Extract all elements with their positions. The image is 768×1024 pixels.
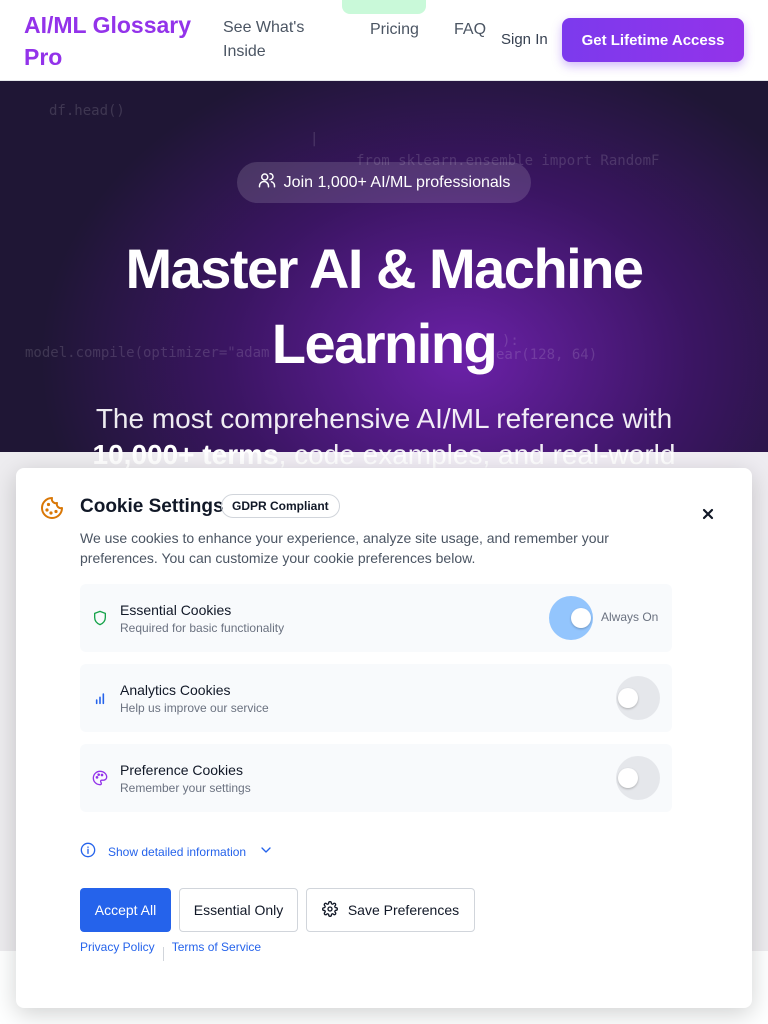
nav-faq[interactable]: FAQ — [454, 18, 486, 42]
category-title: Essential Cookies — [120, 602, 232, 618]
site-header: AI/ML Glossary Pro See What's Inside Pri… — [0, 0, 768, 81]
terms-of-service-link[interactable]: Terms of Service — [172, 940, 261, 954]
legal-links: Privacy Policy Terms of Service — [80, 940, 261, 961]
hero-title-line: Master AI & Machine — [125, 237, 644, 300]
close-icon[interactable] — [696, 502, 720, 526]
always-on-label: Always On — [601, 610, 659, 624]
category-subtitle: Remember your settings — [120, 781, 251, 795]
bar-chart-icon — [92, 690, 108, 706]
save-preferences-button[interactable]: Save Preferences — [306, 888, 475, 932]
show-details-link[interactable]: Show detailed information — [80, 842, 274, 861]
cookie-category-analytics: Analytics Cookies Help us improve our se… — [80, 664, 672, 732]
hero-subtitle: The most comprehensive AI/ML reference w… — [95, 403, 673, 434]
code-snippet: df.head() — [49, 103, 125, 119]
get-lifetime-access-button[interactable]: Get Lifetime Access — [562, 18, 744, 62]
code-snippet: | — [310, 131, 319, 147]
users-icon — [258, 171, 276, 194]
privacy-policy-link[interactable]: Privacy Policy — [80, 940, 155, 954]
hero-title-line: Learning — [271, 312, 498, 375]
cookie-description: We use cookies to enhance your experienc… — [80, 530, 609, 566]
preference-cookies-toggle[interactable] — [616, 756, 660, 800]
category-subtitle: Help us improve our service — [120, 701, 269, 715]
top-indicator — [342, 0, 426, 14]
cookie-category-preference: Preference Cookies Remember your setting… — [80, 744, 672, 812]
details-link-label[interactable]: Show detailed information — [108, 845, 246, 859]
essential-only-button[interactable]: Essential Only — [179, 888, 298, 932]
badge-text: Join 1,000+ AI/ML professionals — [283, 173, 511, 191]
shield-icon — [92, 610, 108, 626]
nav-pricing[interactable]: Pricing — [370, 18, 419, 42]
cookie-settings-panel: Cookie Settings GDPR Compliant We use co… — [16, 468, 752, 1008]
save-preferences-label: Save Preferences — [347, 902, 460, 918]
chevron-down-icon[interactable] — [258, 842, 274, 861]
palette-icon — [92, 770, 108, 786]
info-icon — [80, 842, 96, 861]
site-logo[interactable]: AI/ML Glossary Pro — [24, 9, 204, 73]
category-title: Preference Cookies — [120, 762, 243, 778]
accept-all-button[interactable]: Accept All — [80, 888, 171, 932]
essential-cookies-toggle[interactable] — [549, 596, 593, 640]
cookie-icon — [40, 496, 64, 520]
social-proof-badge: Join 1,000+ AI/ML professionals — [237, 162, 531, 203]
category-subtitle: Required for basic functionality — [120, 621, 285, 635]
gear-icon — [321, 900, 338, 920]
divider — [162, 947, 164, 961]
nav-see-whats-inside[interactable]: See What's Inside — [223, 16, 333, 64]
analytics-cookies-toggle[interactable] — [616, 676, 660, 720]
hero-title: Master AI & Machine Learning — [0, 231, 768, 381]
sign-in-link[interactable]: Sign In — [501, 29, 548, 51]
gdpr-badge: GDPR Compliant — [221, 494, 340, 518]
cookie-category-essential: Essential Cookies Required for basic fun… — [80, 584, 672, 652]
category-title: Analytics Cookies — [120, 682, 231, 698]
cookie-settings-title: Cookie Settings — [80, 496, 224, 517]
